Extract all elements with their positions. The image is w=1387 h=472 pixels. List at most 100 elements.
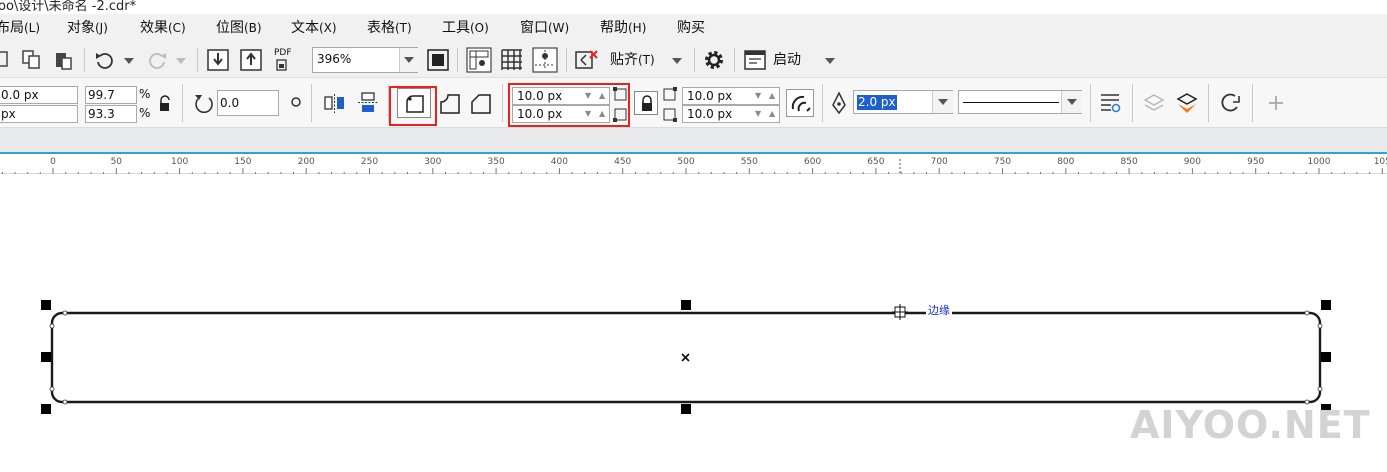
outline-width-combobox[interactable]: 2.0 px (853, 90, 953, 114)
spin-down-icon[interactable]: ▼ (755, 91, 761, 101)
publish-pdf-button[interactable]: PDF (272, 48, 300, 72)
paste-icon[interactable] (54, 50, 74, 70)
menu-buy[interactable]: 购买 (677, 18, 705, 38)
ruler-label: 700 (930, 157, 948, 167)
chamfered-corner-icon[interactable] (470, 93, 492, 115)
export-icon[interactable] (240, 48, 262, 72)
application-launcher-icon[interactable] (744, 50, 766, 70)
separator (1132, 84, 1133, 122)
object-position-y-input[interactable]: px (0, 105, 78, 123)
outline-width-value: 2.0 px (857, 95, 897, 110)
launch-dropdown-caret[interactable] (825, 58, 835, 64)
scale-y-input[interactable]: 93.3 (85, 105, 137, 123)
redo-dropdown-caret[interactable] (176, 58, 186, 64)
outline-width-dropdown-button[interactable] (932, 91, 953, 113)
show-guidelines-icon[interactable] (532, 47, 558, 73)
window-title: oo\设计\未命名 -2.cdr* (0, 0, 137, 14)
menu-bar: 布局(L) 对象(J) 效果(C) 位图(B) 文本(X) 表格(T) 工具(O… (0, 14, 1387, 42)
line-style-dropdown-button[interactable] (1061, 91, 1082, 113)
spin-up-icon[interactable]: ▲ (769, 109, 775, 119)
selection-handle-top-left[interactable] (41, 300, 51, 310)
snap-to-dropdown[interactable]: 贴齐(T) (610, 50, 655, 70)
rotation-angle-input[interactable]: 0.0 (217, 90, 279, 116)
separator (311, 84, 312, 122)
scale-x-input[interactable]: 99.7 (85, 86, 137, 104)
spin-up-icon[interactable]: ▲ (769, 91, 775, 101)
line-style-combobox[interactable] (958, 90, 1082, 114)
selection-handle-right[interactable] (1321, 352, 1331, 362)
separator (502, 84, 503, 122)
ruler-label: 500 (677, 157, 695, 167)
selection-handle-bottom-left[interactable] (41, 404, 51, 414)
wrap-text-icon[interactable] (1099, 92, 1123, 114)
selection-handle-bottom[interactable] (681, 404, 691, 414)
selection-handle-top-right[interactable] (1321, 300, 1331, 310)
import-icon[interactable] (207, 48, 229, 72)
ruler-label: 450 (614, 157, 632, 167)
add-plus-icon[interactable] (1267, 94, 1285, 112)
ruler-label: 950 (1247, 157, 1265, 167)
separator (457, 48, 458, 72)
snap-dropdown-caret[interactable] (672, 58, 682, 64)
to-back-layer-icon[interactable] (1176, 92, 1198, 114)
object-position-x-input[interactable]: 0.0 px (0, 86, 78, 104)
undo-icon[interactable] (94, 50, 116, 70)
separator (1208, 84, 1209, 122)
zoom-dropdown-button[interactable] (399, 48, 418, 72)
ruler-label: 900 (1183, 157, 1201, 167)
full-screen-preview-icon[interactable] (427, 49, 449, 71)
ruler-label: 50 (110, 157, 123, 167)
ruler-label: 150 (234, 157, 252, 167)
menu-bitmap[interactable]: 位图(B) (216, 18, 262, 38)
mirror-vertical-icon[interactable] (356, 91, 380, 115)
pdf-document-icon (276, 59, 287, 71)
ruler-label: 0 (50, 157, 56, 167)
relative-corner-scaling-button[interactable] (786, 89, 814, 117)
scale-x-percent: % (139, 87, 151, 101)
drawing-canvas[interactable]: 边缘 AIYOO.NET (0, 175, 1387, 472)
center-marker-icon (681, 353, 690, 362)
menu-object[interactable]: 对象(J) (67, 18, 108, 38)
zoom-level-value: 396% (317, 52, 352, 66)
separator (734, 48, 735, 72)
convert-to-curves-icon[interactable] (1219, 92, 1243, 114)
new-document-icon[interactable] (0, 51, 10, 69)
ruler-label: 600 (804, 157, 822, 167)
menu-window[interactable]: 窗口(W) (520, 18, 569, 38)
zoom-level-combobox[interactable]: 396% (312, 47, 418, 73)
line-style-solid-preview (963, 102, 1059, 103)
separator (84, 48, 85, 72)
snap-off-icon[interactable] (575, 49, 599, 71)
corner-radius-bottom-right-input[interactable]: 10.0 px ▼ ▲ (682, 105, 780, 123)
lock-icon (642, 95, 652, 111)
mirror-horizontal-icon[interactable] (323, 91, 347, 115)
selection-handle-left[interactable] (41, 352, 51, 362)
copy-icon[interactable] (22, 50, 42, 70)
menu-table[interactable]: 表格(T) (367, 18, 412, 38)
menu-tools[interactable]: 工具(O) (442, 18, 489, 38)
menu-layout[interactable]: 布局(L) (0, 18, 40, 38)
show-grid-icon[interactable] (500, 48, 524, 72)
options-gear-icon[interactable] (703, 49, 725, 71)
launch-button[interactable]: 启动 (773, 50, 801, 70)
menu-text[interactable]: 文本(X) (291, 18, 337, 38)
corner-indicator-right-icon (663, 87, 677, 122)
lock-corner-radius-button[interactable] (634, 91, 658, 115)
degree-icon (291, 97, 301, 107)
lock-ratio-icon[interactable] (158, 95, 172, 113)
scalloped-corner-icon[interactable] (439, 93, 461, 115)
to-front-layer-icon[interactable] (1143, 92, 1165, 114)
menu-effects[interactable]: 效果(C) (140, 18, 186, 38)
ruler-label: 100 (171, 157, 189, 167)
undo-dropdown-caret[interactable] (124, 58, 134, 64)
selection-handle-top[interactable] (681, 300, 691, 310)
corner-radius-top-right-input[interactable]: 10.0 px ▼ ▲ (682, 87, 780, 105)
ruler-label: 105 (1373, 157, 1387, 167)
ruler-label: 350 (487, 157, 505, 167)
redo-icon[interactable] (146, 50, 168, 70)
title-bar: oo\设计\未命名 -2.cdr* (0, 0, 1387, 14)
show-rulers-icon[interactable] (466, 47, 492, 73)
highlight-round-corner (389, 86, 437, 126)
menu-help[interactable]: 帮助(H) (600, 18, 646, 38)
spin-down-icon[interactable]: ▼ (755, 109, 761, 119)
